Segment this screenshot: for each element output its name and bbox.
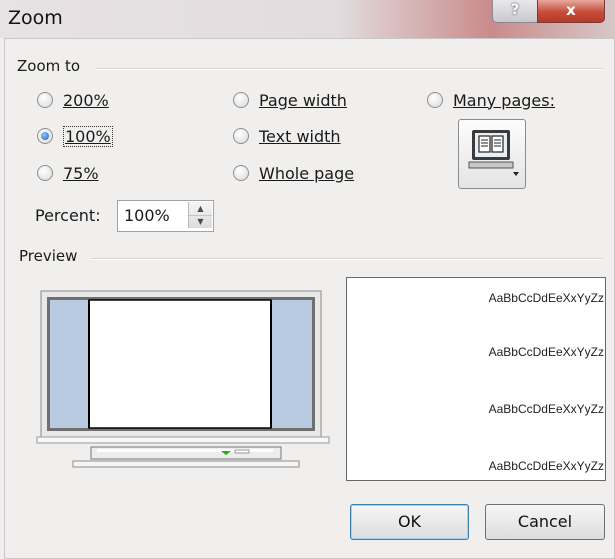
- cancel-button[interactable]: Cancel: [485, 504, 605, 540]
- radio-label: Whole page: [259, 163, 355, 183]
- spin-down-button[interactable]: ▼: [189, 215, 212, 228]
- help-button[interactable]: ?: [492, 0, 538, 23]
- radio-button[interactable]: [233, 92, 249, 108]
- radio-whole-page[interactable]: Whole page: [233, 162, 354, 184]
- dialog-body: Zoom to 200% 100% 75% Page width Text wi…: [4, 38, 615, 559]
- radio-label: Page width: [259, 90, 347, 110]
- sample-text: AaBbCcDdEeXxYyZz: [488, 459, 604, 473]
- preview-divider: [91, 258, 603, 260]
- radio-button[interactable]: [427, 92, 443, 108]
- radio-text-width[interactable]: Text width: [233, 125, 341, 147]
- radio-label: 200%: [63, 90, 109, 110]
- percent-spinbox[interactable]: 100% ▲ ▼: [117, 200, 214, 232]
- sample-text: AaBbCcDdEeXxYyZz: [488, 345, 604, 359]
- radio-label: 75%: [63, 163, 99, 183]
- radio-label: Text width: [259, 126, 341, 146]
- percent-label: Percent:: [35, 206, 101, 225]
- radio-button[interactable]: [233, 165, 249, 181]
- sample-text: AaBbCcDdEeXxYyZz: [488, 402, 604, 416]
- radio-button[interactable]: [233, 128, 249, 144]
- radio-many-pages[interactable]: Many pages:: [427, 89, 555, 111]
- ok-button[interactable]: OK: [350, 504, 469, 540]
- radio-label: 100%: [63, 125, 113, 147]
- preview-group-label: Preview: [19, 247, 78, 265]
- percent-input[interactable]: 100%: [124, 206, 170, 225]
- radio-200-percent[interactable]: 200%: [37, 89, 109, 111]
- zoom-to-group-label: Zoom to: [17, 57, 81, 75]
- radio-button[interactable]: [37, 92, 53, 108]
- radio-label: Many pages:: [453, 90, 555, 110]
- window-title: Zoom: [8, 7, 63, 29]
- radio-button-selected[interactable]: [37, 128, 53, 144]
- radio-100-percent[interactable]: 100%: [37, 125, 113, 147]
- radio-button[interactable]: [37, 165, 53, 181]
- radio-75-percent[interactable]: 75%: [37, 162, 99, 184]
- monitor-preview: [36, 290, 330, 468]
- close-button[interactable]: x: [537, 0, 605, 23]
- radio-page-width[interactable]: Page width: [233, 89, 347, 111]
- spin-up-button[interactable]: ▲: [189, 202, 212, 216]
- sample-text: AaBbCcDdEeXxYyZz: [488, 291, 604, 305]
- spin-control[interactable]: ▲ ▼: [188, 202, 212, 228]
- many-pages-button[interactable]: [458, 119, 526, 189]
- zoom-to-divider: [97, 68, 603, 70]
- title-bar: Zoom ? x: [0, 0, 615, 38]
- text-preview-box: AaBbCcDdEeXxYyZz AaBbCcDdEeXxYyZz AaBbCc…: [346, 277, 606, 481]
- monitor-pages-icon: [468, 130, 519, 176]
